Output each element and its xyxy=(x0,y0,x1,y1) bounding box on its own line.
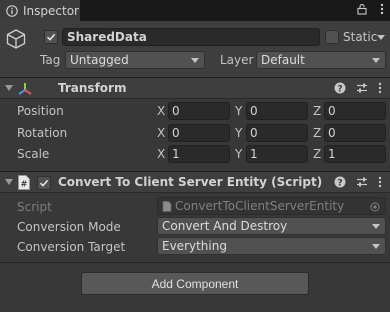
transform-axes-icon xyxy=(17,81,33,100)
conversion-mode-dropdown[interactable]: Convert And Destroy xyxy=(157,217,386,235)
scale-x-field[interactable]: 1 xyxy=(168,145,230,163)
preset-sliders-icon[interactable] xyxy=(356,82,368,97)
svg-text:#: # xyxy=(21,180,28,189)
rotation-y-value: 0 xyxy=(250,126,258,140)
axis-x-label[interactable]: X xyxy=(157,126,165,140)
rotation-x-value: 0 xyxy=(172,126,180,140)
scale-y-field[interactable]: 1 xyxy=(246,145,308,163)
conversion-target-value: Everything xyxy=(162,239,227,253)
conversion-target-label: Conversion Target xyxy=(17,240,126,254)
gameobject-header: SharedData Static Tag Untagged Layer Def… xyxy=(0,21,390,78)
tag-dropdown[interactable]: Untagged xyxy=(65,51,205,69)
chevron-down-icon xyxy=(372,244,380,249)
position-x-value: 0 xyxy=(172,104,180,118)
chevron-down-icon xyxy=(372,58,380,63)
script-value: ConvertToClientServerEntity xyxy=(175,199,345,213)
inspector-tab[interactable]: Inspector xyxy=(0,0,80,21)
add-component-button[interactable]: Add Component xyxy=(81,272,309,295)
script-object-field: ConvertToClientServerEntity xyxy=(157,197,386,215)
gameobject-name-text: SharedData xyxy=(67,30,147,44)
kebab-menu-icon[interactable] xyxy=(380,3,384,18)
foldout-arrow-icon[interactable] xyxy=(5,85,13,91)
info-icon xyxy=(6,4,18,17)
tag-label: Tag xyxy=(40,53,61,67)
static-dropdown-arrow-icon[interactable] xyxy=(377,35,385,40)
svg-text:?: ? xyxy=(337,178,342,188)
rotation-z-value: 0 xyxy=(328,126,336,140)
scale-x-value: 1 xyxy=(172,147,180,161)
axis-x-label[interactable]: X xyxy=(157,147,165,161)
script-label: Script xyxy=(17,200,52,214)
rotation-z-field[interactable]: 0 xyxy=(324,124,386,142)
rotation-label: Rotation xyxy=(17,126,68,140)
transform-title: Transform xyxy=(58,81,127,95)
position-label: Position xyxy=(17,104,64,118)
static-label: Static xyxy=(343,30,378,44)
axis-y-label[interactable]: Y xyxy=(235,126,242,140)
inspector-tab-bar: Inspector xyxy=(0,0,390,21)
axis-z-label[interactable]: Z xyxy=(313,147,321,161)
scale-y-value: 1 xyxy=(250,147,258,161)
position-x-field[interactable]: 0 xyxy=(168,102,230,120)
scale-z-value: 1 xyxy=(328,147,336,161)
axis-y-label[interactable]: Y xyxy=(235,104,242,118)
kebab-menu-icon[interactable] xyxy=(378,82,382,97)
script-file-icon xyxy=(162,200,172,212)
chevron-down-icon xyxy=(372,224,380,229)
script-component-title: Convert To Client Server Entity (Script) xyxy=(58,175,323,189)
position-y-value: 0 xyxy=(250,104,258,118)
position-z-value: 0 xyxy=(328,104,336,118)
rotation-x-field[interactable]: 0 xyxy=(168,124,230,142)
foldout-arrow-icon[interactable] xyxy=(5,179,13,185)
position-z-field[interactable]: 0 xyxy=(324,102,386,120)
static-checkbox[interactable] xyxy=(325,30,339,44)
script-file-icon: # xyxy=(17,175,31,193)
gameobject-name-field[interactable]: SharedData xyxy=(62,28,320,46)
transform-header[interactable]: Transform ? xyxy=(0,77,390,99)
axis-y-label[interactable]: Y xyxy=(235,147,242,161)
inspector-tab-label: Inspector xyxy=(23,3,79,18)
layer-label: Layer xyxy=(220,53,254,67)
kebab-menu-icon[interactable] xyxy=(378,176,382,191)
cube-icon xyxy=(5,28,27,50)
scale-label: Scale xyxy=(17,147,50,161)
svg-text:?: ? xyxy=(337,84,342,94)
conversion-target-dropdown[interactable]: Everything xyxy=(157,237,386,255)
conversion-mode-value: Convert And Destroy xyxy=(162,219,288,233)
divider xyxy=(0,262,390,263)
axis-x-label[interactable]: X xyxy=(157,104,165,118)
tag-value: Untagged xyxy=(70,53,129,67)
help-icon[interactable]: ? xyxy=(334,82,346,97)
rotation-y-field[interactable]: 0 xyxy=(246,124,308,142)
script-component-header[interactable]: # Convert To Client Server Entity (Scrip… xyxy=(0,171,390,193)
position-y-field[interactable]: 0 xyxy=(246,102,308,120)
axis-z-label[interactable]: Z xyxy=(313,126,321,140)
lock-icon[interactable] xyxy=(356,3,368,18)
layer-dropdown[interactable]: Default xyxy=(256,51,386,69)
active-checkbox[interactable] xyxy=(44,30,58,44)
help-icon[interactable]: ? xyxy=(334,176,346,191)
scale-z-field[interactable]: 1 xyxy=(324,145,386,163)
conversion-mode-label: Conversion Mode xyxy=(17,220,121,234)
axis-z-label[interactable]: Z xyxy=(313,104,321,118)
script-enabled-checkbox[interactable] xyxy=(37,176,51,190)
preset-sliders-icon[interactable] xyxy=(356,176,368,191)
layer-value: Default xyxy=(261,53,305,67)
chevron-down-icon xyxy=(191,58,199,63)
object-picker-icon xyxy=(370,201,380,215)
